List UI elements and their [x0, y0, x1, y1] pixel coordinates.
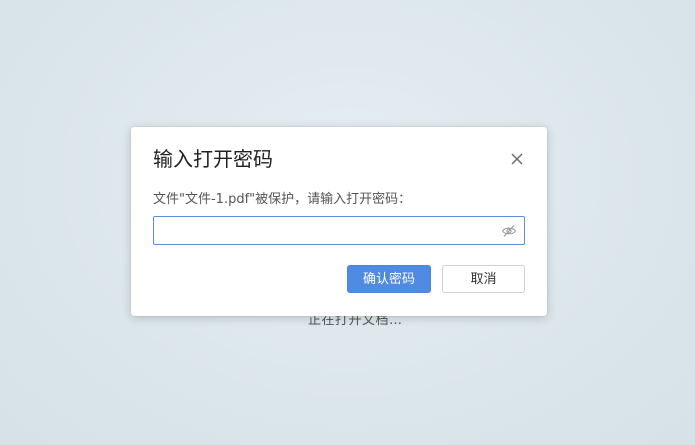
password-dialog: 输入打开密码 文件"文件-1.pdf"被保护，请输入打开密码： 确认密码 取消 — [131, 127, 547, 316]
close-button[interactable] — [507, 149, 527, 169]
eye-off-icon — [501, 225, 517, 237]
toggle-password-visibility-button[interactable] — [501, 223, 517, 239]
close-icon — [511, 153, 523, 165]
dialog-title: 输入打开密码 — [153, 147, 273, 171]
cancel-button[interactable]: 取消 — [442, 265, 525, 293]
password-field-container — [153, 216, 525, 245]
dialog-message: 文件"文件-1.pdf"被保护，请输入打开密码： — [153, 192, 412, 207]
password-input[interactable] — [160, 217, 490, 244]
confirm-password-button[interactable]: 确认密码 — [347, 265, 431, 293]
